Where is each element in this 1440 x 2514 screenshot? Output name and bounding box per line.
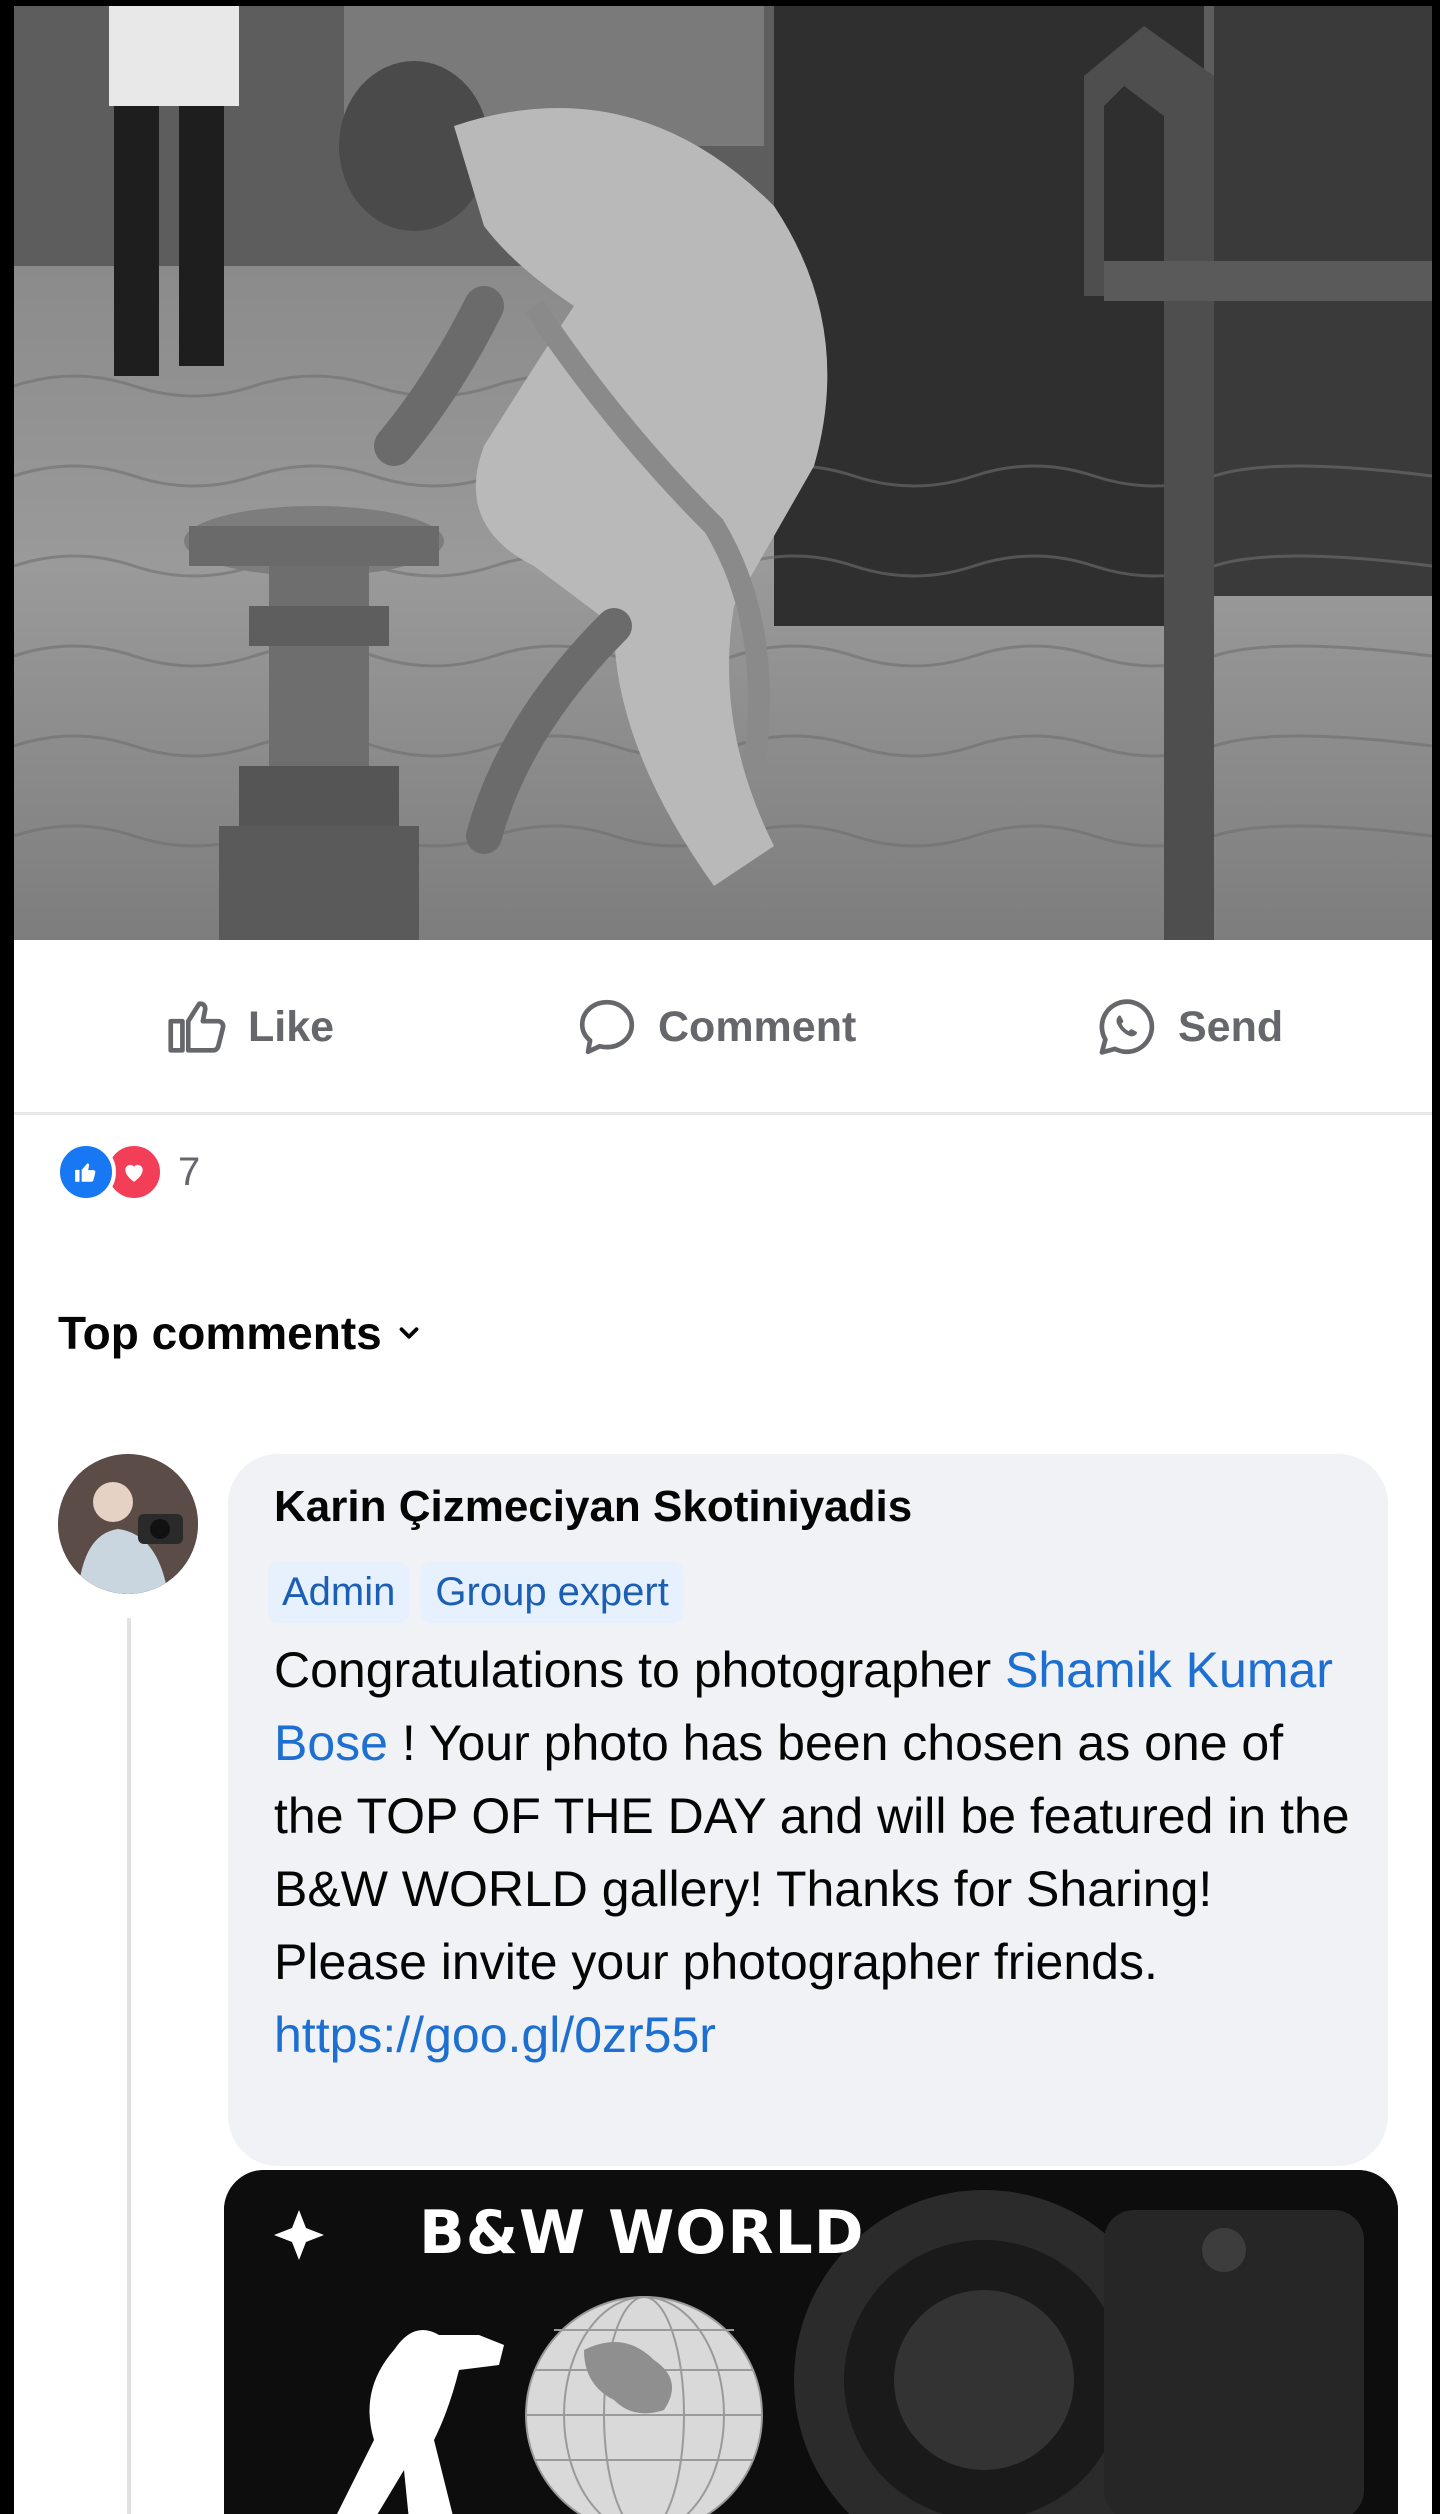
reaction-summary[interactable]: 7	[56, 1142, 200, 1202]
comment-sort-dropdown[interactable]: Top comments	[58, 1306, 424, 1360]
comment-attachment-image[interactable]: B&W WORLD	[224, 2170, 1398, 2514]
comment-text-body: ! Your photo has been chosen as one of t…	[274, 1715, 1350, 1990]
comment-label: Comment	[658, 1002, 857, 1051]
group-expert-badge[interactable]: Group expert	[421, 1562, 683, 1623]
like-button[interactable]: Like	[162, 992, 334, 1062]
comment-text: Congratulations to photographer Shamik K…	[274, 1634, 1364, 2072]
like-reaction-icon	[56, 1142, 116, 1202]
admin-badge[interactable]: Admin	[268, 1562, 410, 1623]
comment-bubble: Karin Çizmeciyan Skotiniyadis Admin Grou…	[228, 1454, 1388, 2166]
send-button[interactable]: Send	[1092, 992, 1283, 1062]
comment-thread-line	[127, 1618, 131, 2514]
attachment-title: B&W WORLD	[419, 2198, 865, 2268]
gallery-link[interactable]: https://goo.gl/0zr55r	[274, 2007, 716, 2063]
reaction-count: 7	[178, 1149, 201, 1194]
photo-illustration	[14, 6, 1432, 940]
commenter-badges: Admin Group expert	[268, 1562, 683, 1623]
post-photo[interactable]	[14, 6, 1432, 940]
comment-bubble-icon	[579, 999, 635, 1055]
like-label: Like	[248, 1002, 335, 1051]
whatsapp-icon	[1099, 999, 1155, 1055]
chevron-down-icon	[399, 1327, 419, 1339]
comment-text-intro: Congratulations to photographer	[274, 1642, 1006, 1698]
post-action-bar: Like Comment Send	[14, 940, 1432, 1115]
thumbs-up-icon	[168, 1001, 226, 1053]
commenter-name[interactable]: Karin Çizmeciyan Skotiniyadis	[274, 1482, 912, 1532]
comment-button[interactable]: Comment	[572, 992, 856, 1062]
post-frame: Like Comment Send 7 Top comments Karin Ç…	[14, 6, 1432, 2514]
send-label: Send	[1178, 1002, 1284, 1051]
commenter-avatar[interactable]	[58, 1454, 198, 1594]
comment-sort-label: Top comments	[58, 1307, 382, 1359]
